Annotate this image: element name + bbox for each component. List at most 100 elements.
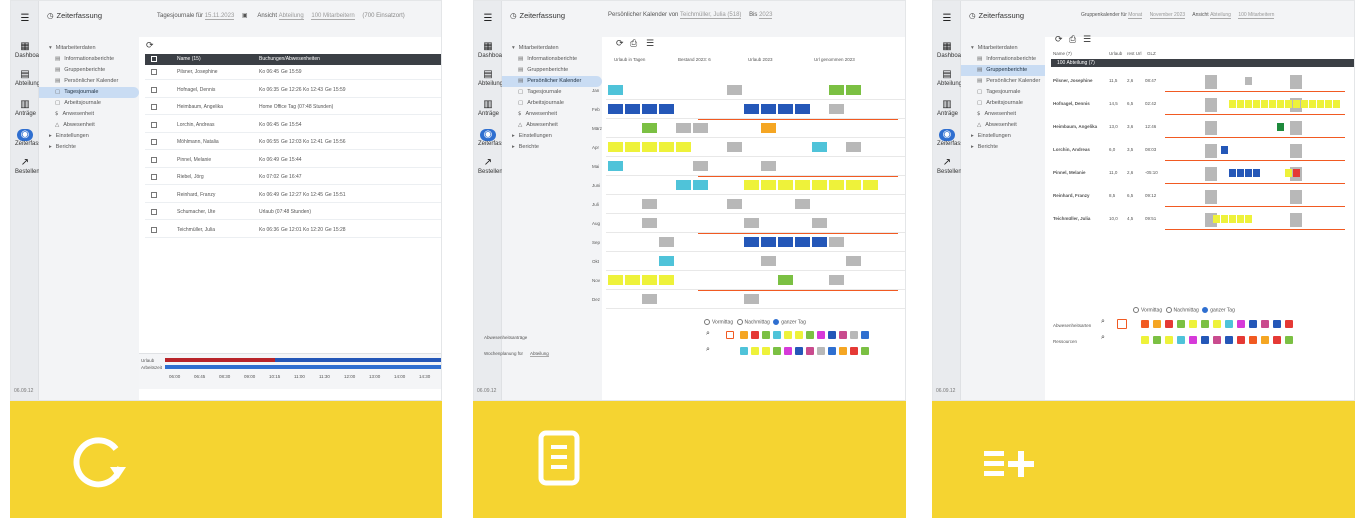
calendar-icon[interactable]: ▣ [242, 12, 248, 19]
legend-swatch[interactable] [1141, 320, 1149, 328]
legend-swatch[interactable] [1165, 320, 1173, 328]
calendar-cell[interactable] [676, 180, 691, 190]
calendar-cell[interactable] [1245, 77, 1252, 85]
calendar-cell[interactable] [744, 218, 759, 228]
table-row[interactable]: Möhlmann, Natalia Ko 06:55 Ge 12:03 Ko 12:4… [145, 135, 441, 150]
calendar-cell[interactable] [795, 237, 810, 247]
calendar-cell[interactable] [846, 142, 861, 152]
calendar-cell[interactable] [846, 256, 861, 266]
table-row[interactable]: Pilsner, Josephine Ko 06:45 Ge 15:59 [145, 65, 441, 80]
table-row[interactable]: Heimbaum, Angelika Home Office Tag (07:48… [145, 100, 441, 115]
rail-dashboard[interactable]: ▦ Dashboard [937, 41, 966, 61]
calendar-cell[interactable] [1285, 169, 1292, 177]
calendar-cell[interactable] [795, 199, 810, 209]
calendar-cell[interactable] [829, 275, 844, 285]
calendar-cell[interactable] [761, 123, 776, 133]
calendar-cell[interactable] [761, 180, 776, 190]
legend-swatch[interactable] [1249, 320, 1257, 328]
calendar-cell[interactable] [642, 275, 657, 285]
table-row[interactable]: Schumacher, Ute Urlaub (07:48 Stunden) [145, 205, 441, 220]
calendar-cell[interactable] [1253, 169, 1260, 177]
row-checkbox[interactable] [151, 191, 157, 198]
legend-swatch[interactable] [1249, 336, 1257, 344]
calendar-cell[interactable] [744, 180, 759, 190]
calendar-cell[interactable] [642, 104, 657, 114]
legend-swatch-selected[interactable] [1117, 319, 1127, 329]
legend-swatch[interactable] [762, 331, 770, 339]
nav-employee-data[interactable]: ▾ Mitarbeiterdaten [39, 43, 139, 54]
calendar-cell[interactable] [1325, 100, 1332, 108]
row-checkbox[interactable] [151, 209, 157, 215]
calendar-cell[interactable] [812, 180, 827, 190]
nav-absence[interactable]: △ Abwesenheit [502, 120, 602, 131]
calendar-cell[interactable] [1309, 100, 1316, 108]
nav-reports[interactable]: ▸ Berichte [502, 142, 602, 153]
legend-swatch[interactable] [806, 331, 814, 339]
legend-swatch[interactable] [1261, 320, 1269, 328]
calendar-cell[interactable] [659, 104, 674, 114]
legend-swatch[interactable] [1285, 320, 1293, 328]
calendar-cell[interactable] [1277, 100, 1284, 108]
nav-absence[interactable]: △ Abwesenheit [39, 120, 139, 131]
table-row[interactable]: Riebel, Jörg Ko 07:02 Ge 16:47 [145, 170, 441, 185]
menu-icon[interactable]: ☰ [937, 13, 957, 33]
menu-icon[interactable]: ☰ [478, 13, 498, 33]
morning-radio[interactable] [704, 319, 710, 325]
full-day-radio[interactable] [1202, 307, 1209, 313]
calendar-cell[interactable] [778, 275, 793, 285]
calendar-cell[interactable] [625, 142, 640, 152]
nav-presence[interactable]: $ Anwesenheit [502, 109, 602, 120]
weekend-cell[interactable] [1205, 167, 1217, 181]
legend-swatch[interactable] [762, 347, 770, 355]
calendar-cell[interactable] [829, 104, 844, 114]
list-icon[interactable]: ☰ [646, 39, 654, 49]
afternoon-radio[interactable] [1165, 307, 1172, 313]
legend-swatch[interactable] [795, 331, 803, 339]
legend-swatch[interactable] [751, 331, 759, 339]
table-row[interactable]: Lorchin, Andreas Ko 06:45 Ge 15:54 [145, 118, 441, 133]
rail-requests[interactable]: ▥ Anträge [478, 99, 499, 119]
search-icon-2[interactable]: ⌕ [1101, 333, 1105, 342]
refresh-icon[interactable]: ⟳ [616, 39, 624, 49]
table-row[interactable]: Teichmüller, Julia Ko 06:36 Ge 12:01 Ko 12:… [145, 223, 441, 238]
calendar-cell[interactable] [693, 161, 708, 171]
rail-time-tracking[interactable]: ◉ Zeiterfassung [478, 129, 514, 149]
calendar-cell[interactable] [1293, 169, 1300, 177]
weekend-cell[interactable] [1205, 190, 1217, 204]
calendar-cell[interactable] [676, 123, 691, 133]
rail-department[interactable]: ▤ Abteilung [478, 69, 503, 89]
legend-swatch[interactable] [1153, 336, 1161, 344]
group-select[interactable]: 100 Mitarbeitern [311, 13, 355, 20]
legend-swatch[interactable] [1285, 336, 1293, 344]
calendar-cell[interactable] [744, 104, 759, 114]
table-row[interactable]: Lorchin, Andreas 6,0 3,5 08:03 [1051, 142, 1354, 162]
nav-personal-calendar[interactable]: ▤ Persönlicher Kalender [502, 76, 602, 87]
calendar-cell[interactable] [642, 294, 657, 304]
calendar-cell[interactable] [1293, 100, 1300, 108]
calendar-cell[interactable] [659, 275, 674, 285]
select-all-checkbox[interactable] [151, 56, 157, 62]
legend-swatch[interactable] [1189, 336, 1197, 344]
rail-requests[interactable]: ▥ Anträge [937, 99, 958, 119]
calendar-cell[interactable] [1285, 100, 1292, 108]
calendar-cell[interactable] [693, 123, 708, 133]
nav-reports[interactable]: ▸ Berichte [39, 142, 139, 153]
calendar-cell[interactable] [1277, 123, 1284, 131]
refresh-icon[interactable]: ⟳ [1055, 35, 1063, 45]
calendar-cell[interactable] [1269, 100, 1276, 108]
weekend-cell[interactable] [1205, 121, 1217, 135]
weekend-cell[interactable] [1290, 75, 1302, 89]
legend-swatch[interactable] [806, 347, 814, 355]
rail-dashboard[interactable]: ▦ Dashboard [15, 41, 44, 61]
calendar-cell[interactable] [1229, 100, 1236, 108]
table-row[interactable]: Heimbaum, Angelika 13,0 3,6 12:46 [1051, 119, 1354, 139]
legend-swatch[interactable] [839, 331, 847, 339]
calendar-cell[interactable] [1221, 146, 1228, 154]
legend-swatch[interactable] [1201, 320, 1209, 328]
calendar-cell[interactable] [1213, 215, 1220, 223]
calendar-cell[interactable] [761, 256, 776, 266]
search-icon[interactable]: ⌕ [706, 329, 710, 338]
nav-group-reports[interactable]: ▤ Gruppenberichte [502, 65, 602, 76]
calendar-cell[interactable] [795, 104, 810, 114]
legend-swatch[interactable] [1201, 336, 1209, 344]
